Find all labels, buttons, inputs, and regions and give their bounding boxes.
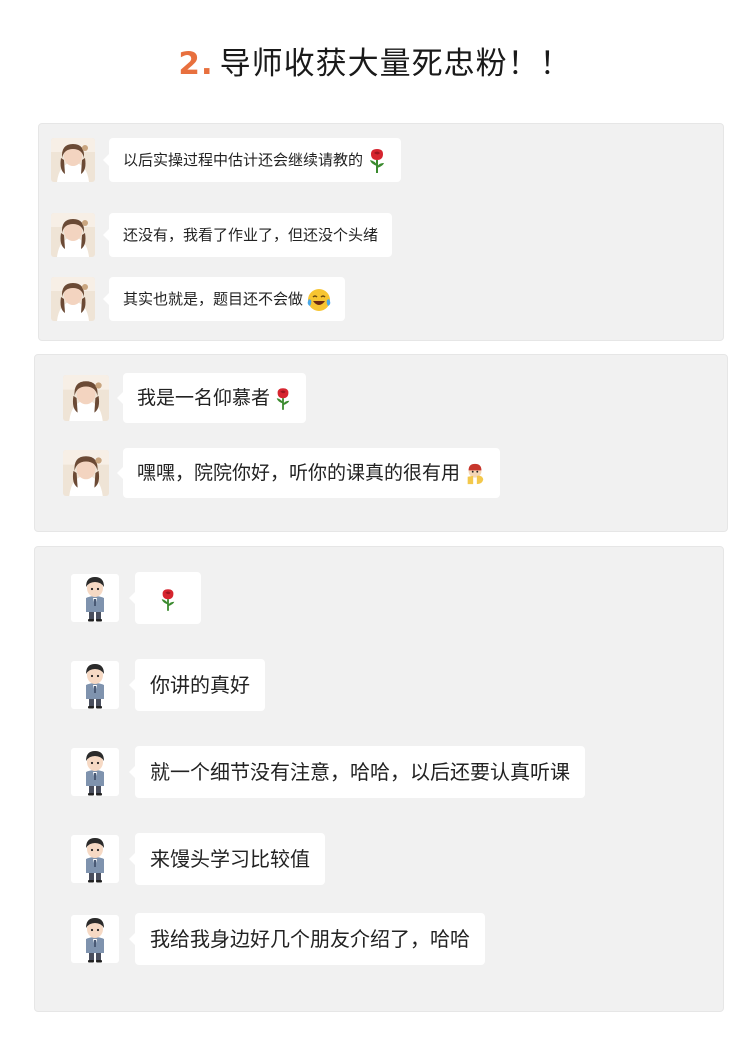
message-bubble: 来馒头学习比较值 xyxy=(129,833,325,885)
tutor-avatar xyxy=(71,915,119,963)
chat-message: 还没有，我看了作业了，但还没个头绪 xyxy=(51,213,393,257)
message-text: 还没有，我看了作业了，但还没个头绪 xyxy=(123,226,379,244)
student-avatar xyxy=(51,138,95,182)
chat-panel-3: 你讲的真好 就一个细节没有注意，哈哈，以后还要认真听课 来馒头学习比较值 我给我… xyxy=(34,546,724,1012)
message-text: 我给我身边好几个朋友介绍了，哈哈 xyxy=(150,927,470,951)
message-bubble: 嘿嘿，院院你好，听你的课真的很有用 xyxy=(116,448,501,498)
message-text: 其实也就是，题目还不会做 xyxy=(123,290,304,308)
tutor-avatar xyxy=(71,661,119,709)
tutor-avatar xyxy=(71,835,119,883)
chat-message: 来馒头学习比较值 xyxy=(71,833,325,885)
message-bubble: 我是一名仰慕者 xyxy=(116,373,307,423)
chat-panel-2: 我是一名仰慕者 嘿嘿，院院你好，听你的课真的很有用 xyxy=(34,354,728,532)
message-bubble: 就一个细节没有注意，哈哈，以后还要认真听课 xyxy=(129,746,585,798)
message-text: 就一个细节没有注意，哈哈，以后还要认真听课 xyxy=(150,760,570,784)
chat-message: 就一个细节没有注意，哈哈，以后还要认真听课 xyxy=(71,746,585,798)
message-text: 你讲的真好 xyxy=(150,673,250,697)
student-avatar xyxy=(51,277,95,321)
student-avatar xyxy=(51,213,95,257)
tutor-avatar xyxy=(71,748,119,796)
chat-message: 我给我身边好几个朋友介绍了，哈哈 xyxy=(71,913,485,965)
chat-message: 我是一名仰慕者 xyxy=(63,373,307,423)
message-bubble: 其实也就是，题目还不会做 xyxy=(102,277,346,321)
title-text: 导师收获大量死忠粉！！ xyxy=(219,46,572,82)
chat-message: 以后实操过程中估计还会继续请教的 xyxy=(51,138,402,182)
message-text: 我是一名仰慕者 xyxy=(137,387,271,409)
message-bubble: 还没有，我看了作业了，但还没个头绪 xyxy=(102,213,393,257)
message-text: 以后实操过程中估计还会继续请教的 xyxy=(123,151,364,169)
chat-panel-1: 以后实操过程中估计还会继续请教的 还没有，我看了作业了，但还没个头绪 其实也就是… xyxy=(38,123,724,341)
rose-icon xyxy=(367,148,387,174)
section-number: 2. xyxy=(178,46,214,82)
message-bubble xyxy=(129,572,201,624)
student-avatar xyxy=(63,375,109,421)
chat-message: 嘿嘿，院院你好，听你的课真的很有用 xyxy=(63,448,501,498)
message-bubble: 你讲的真好 xyxy=(129,659,265,711)
message-text: 来馒头学习比较值 xyxy=(150,847,310,871)
rose-icon xyxy=(274,387,292,411)
page-title: 2. 导师收获大量死忠粉！！ xyxy=(0,38,750,83)
tutor-avatar xyxy=(71,574,119,622)
chat-message: 其实也就是，题目还不会做 xyxy=(51,277,346,321)
student-avatar xyxy=(63,450,109,496)
chat-message xyxy=(71,572,201,624)
chat-message: 你讲的真好 xyxy=(71,659,265,711)
crying-laughing-icon xyxy=(307,288,331,312)
thumbs-up-icon xyxy=(464,463,486,485)
rose-icon xyxy=(159,588,177,612)
message-text: 嘿嘿，院院你好，听你的课真的很有用 xyxy=(137,462,461,484)
message-bubble: 我给我身边好几个朋友介绍了，哈哈 xyxy=(129,913,485,965)
message-bubble: 以后实操过程中估计还会继续请教的 xyxy=(102,138,402,182)
